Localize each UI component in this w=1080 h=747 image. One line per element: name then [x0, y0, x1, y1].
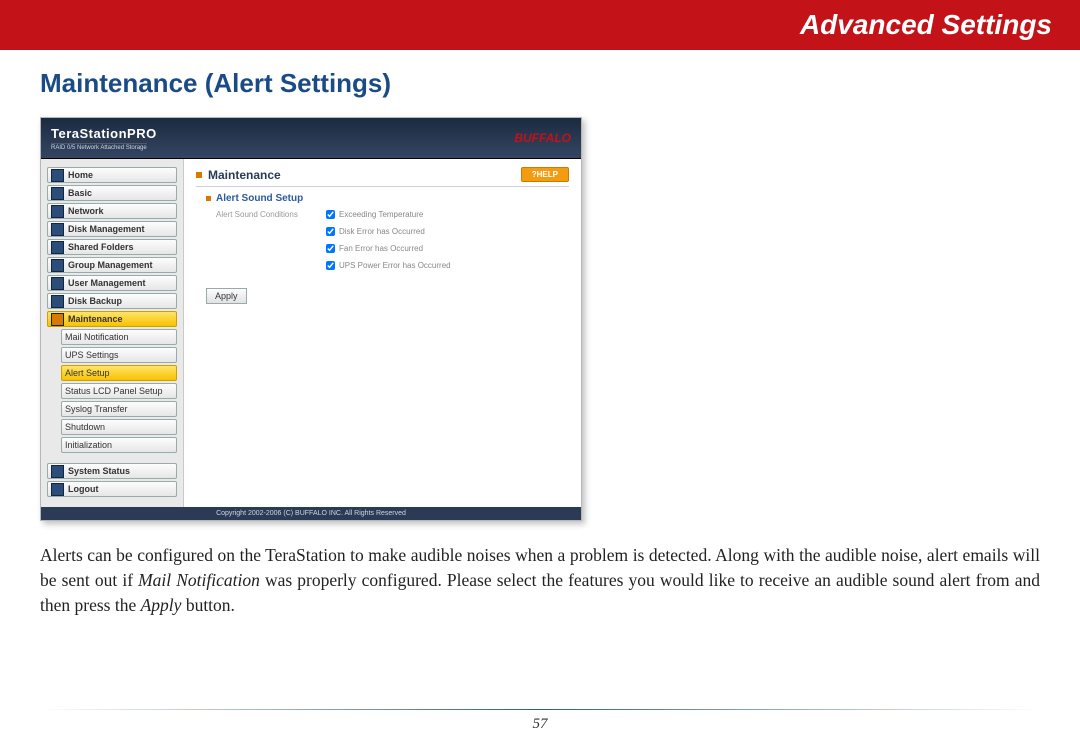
app-footer: Copyright 2002-2006 (C) BUFFALO INC. All… [41, 507, 581, 520]
nav-user-management[interactable]: User Management [47, 275, 177, 291]
nav-label: Shutdown [65, 422, 105, 432]
section-title: Maintenance (Alert Settings) [40, 68, 1080, 99]
nav-ups-settings[interactable]: UPS Settings [61, 347, 177, 363]
nav-disk-management[interactable]: Disk Management [47, 221, 177, 237]
folder-icon [51, 241, 64, 254]
body-paragraph: Alerts can be configured on the TeraStat… [40, 543, 1040, 618]
nav-network[interactable]: Network [47, 203, 177, 219]
banner: Advanced Settings [0, 0, 1080, 50]
product-name: TeraStationPRO [51, 126, 157, 141]
row-label: Alert Sound Conditions [216, 210, 326, 270]
nav-mail-notification[interactable]: Mail Notification [61, 329, 177, 345]
checkbox-exceeding-temperature[interactable]: Exceeding Temperature [326, 210, 451, 219]
help-button[interactable]: ?HELP [521, 167, 569, 182]
group-icon [51, 259, 64, 272]
nav-label: Shared Folders [68, 242, 134, 252]
nav-status-lcd[interactable]: Status LCD Panel Setup [61, 383, 177, 399]
nav-disk-backup[interactable]: Disk Backup [47, 293, 177, 309]
logout-icon [51, 483, 64, 496]
product-tagline: RAID 0/5 Network Attached Storage [51, 143, 147, 151]
status-icon [51, 465, 64, 478]
nav-label: Logout [68, 484, 99, 494]
nav-label: Home [68, 170, 93, 180]
panel-title-text: Maintenance [208, 168, 281, 182]
alert-conditions-row: Alert Sound Conditions Exceeding Tempera… [216, 210, 569, 270]
backup-icon [51, 295, 64, 308]
nav-basic[interactable]: Basic [47, 185, 177, 201]
nav-initialization[interactable]: Initialization [61, 437, 177, 453]
body-italic-2: Apply [141, 595, 182, 615]
nav-label: UPS Settings [65, 350, 119, 360]
sidebar: Home Basic Network Disk Management Share… [41, 159, 184, 507]
page-number: 57 [0, 709, 1080, 733]
nav-label: Group Management [68, 260, 153, 270]
checkbox-fan-error[interactable]: Fan Error has Occurred [326, 244, 451, 253]
disk-icon [51, 223, 64, 236]
nav-home[interactable]: Home [47, 167, 177, 183]
nav-logout[interactable]: Logout [47, 481, 177, 497]
checkbox-input[interactable] [326, 227, 335, 236]
body-italic-1: Mail Notification [138, 570, 260, 590]
home-icon [51, 169, 64, 182]
bullet-icon [206, 196, 211, 201]
nav-label: System Status [68, 466, 130, 476]
app-titlebar: TeraStationPRO RAID 0/5 Network Attached… [41, 118, 581, 159]
checkbox-input[interactable] [326, 210, 335, 219]
checkbox-disk-error[interactable]: Disk Error has Occurred [326, 227, 451, 236]
checkbox-label: UPS Power Error has Occurred [339, 261, 451, 270]
nav-label: Disk Management [68, 224, 145, 234]
nav-system-status[interactable]: System Status [47, 463, 177, 479]
nav-label: Mail Notification [65, 332, 129, 342]
nav-label: Alert Setup [65, 368, 110, 378]
body-text-3: button. [181, 595, 234, 615]
subsection-text: Alert Sound Setup [216, 193, 303, 204]
apply-button[interactable]: Apply [206, 288, 247, 304]
nav-label: Network [68, 206, 104, 216]
bullet-icon [196, 172, 202, 178]
nav-label: User Management [68, 278, 146, 288]
nav-label: Syslog Transfer [65, 404, 128, 414]
checkbox-ups-error[interactable]: UPS Power Error has Occurred [326, 261, 451, 270]
panel-title: Maintenance [196, 168, 281, 182]
basic-icon [51, 187, 64, 200]
nav-maintenance[interactable]: Maintenance [47, 311, 177, 327]
maintenance-icon [51, 313, 64, 326]
checkbox-input[interactable] [326, 244, 335, 253]
checkbox-input[interactable] [326, 261, 335, 270]
nav-label: Basic [68, 188, 92, 198]
main-panel: Maintenance ?HELP Alert Sound Setup Aler… [184, 159, 581, 507]
nav-shutdown[interactable]: Shutdown [61, 419, 177, 435]
checkbox-label: Fan Error has Occurred [339, 244, 423, 253]
nav-label: Disk Backup [68, 296, 122, 306]
brand-logo: BUFFALO [514, 131, 571, 145]
nav-label: Initialization [65, 440, 112, 450]
checkbox-label: Disk Error has Occurred [339, 227, 425, 236]
nav-label: Status LCD Panel Setup [65, 386, 163, 396]
nav-syslog-transfer[interactable]: Syslog Transfer [61, 401, 177, 417]
banner-title: Advanced Settings [800, 9, 1052, 41]
nav-label: Maintenance [68, 314, 123, 324]
subsection-title: Alert Sound Setup [206, 193, 569, 204]
user-icon [51, 277, 64, 290]
embedded-screenshot: TeraStationPRO RAID 0/5 Network Attached… [40, 117, 582, 521]
nav-alert-setup[interactable]: Alert Setup [61, 365, 177, 381]
nav-group-management[interactable]: Group Management [47, 257, 177, 273]
nav-shared-folders[interactable]: Shared Folders [47, 239, 177, 255]
network-icon [51, 205, 64, 218]
checkbox-label: Exceeding Temperature [339, 210, 423, 219]
